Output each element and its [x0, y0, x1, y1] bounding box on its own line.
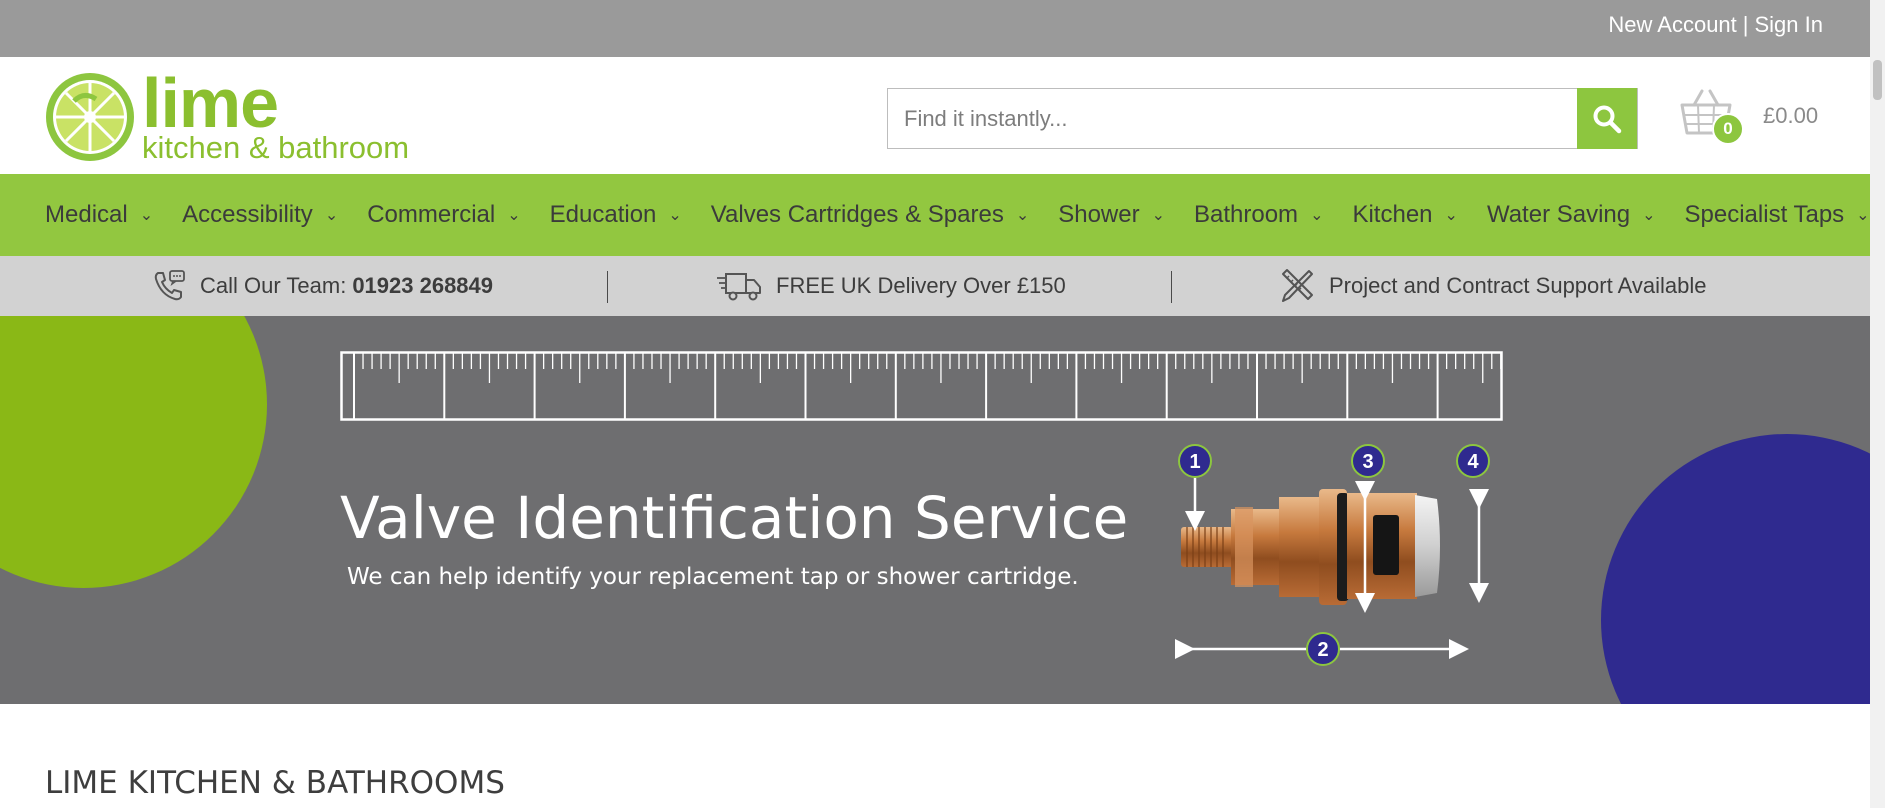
decorative-green-circle	[0, 316, 267, 588]
basket-total[interactable]: £0.00	[1763, 103, 1818, 129]
nav-item-label: Accessibility	[182, 201, 313, 228]
nav-item-bathroom[interactable]: Bathroom ⌄	[1194, 201, 1323, 229]
info-support[interactable]: Project and Contract Support Available	[1279, 256, 1707, 316]
nav-list: Medical ⌄ Accessibility ⌄ Commercial ⌄ Educ…	[45, 174, 1870, 256]
site-logo[interactable]: lime kitchen & bathroom	[44, 64, 464, 165]
ruler-graphic	[340, 351, 1503, 421]
tools-icon	[1279, 268, 1315, 304]
nav-item-kitchen[interactable]: Kitchen ⌄	[1352, 201, 1457, 229]
nav-item-water-saving[interactable]: Water Saving ⌄	[1487, 201, 1656, 229]
logo-word: lime	[142, 64, 279, 142]
sign-in-link[interactable]: Sign In	[1755, 12, 1824, 37]
svg-text:1: 1	[1189, 451, 1200, 473]
nav-item-label: Medical	[45, 201, 128, 228]
nav-item-label: Commercial	[367, 201, 496, 228]
info-bar: Call Our Team: 01923 268849 FREE UK Deliv…	[0, 256, 1885, 316]
nav-item-label: Bathroom	[1194, 201, 1299, 228]
nav-item-commercial[interactable]: Commercial ⌄	[367, 201, 520, 229]
marker-2: 2	[1306, 632, 1340, 666]
hero-title: Valve Identification Service	[340, 484, 1129, 552]
call-label: Call Our Team:	[200, 273, 347, 298]
account-separator: |	[1742, 12, 1749, 37]
nav-item-label: Education	[549, 201, 657, 228]
marker-1: 1	[1178, 444, 1212, 478]
chevron-down-icon: ⌄	[324, 207, 339, 224]
delivery-text: FREE UK Delivery Over £150	[776, 273, 1066, 298]
logo-text: lime kitchen & bathroom	[142, 64, 410, 165]
page-scrollbar[interactable]	[1870, 0, 1885, 808]
nav-item-label: Valves Cartridges & Spares	[710, 201, 1004, 228]
nav-item-label: Specialist Taps	[1684, 201, 1845, 228]
chevron-down-icon: ⌄	[1310, 207, 1324, 224]
info-divider	[1171, 271, 1172, 303]
basket-button[interactable]: 0	[1680, 87, 1744, 147]
main-nav: Medical ⌄ Accessibility ⌄ Commercial ⌄ Educ…	[0, 174, 1885, 256]
chevron-down-icon: ⌄	[1151, 207, 1165, 224]
account-links: New Account | Sign In	[1608, 12, 1823, 38]
nav-item-medical[interactable]: Medical ⌄	[45, 201, 153, 229]
marker-4: 4	[1456, 444, 1490, 478]
nav-item-education[interactable]: Education ⌄	[550, 201, 682, 229]
new-account-link[interactable]: New Account	[1608, 12, 1736, 37]
header: lime kitchen & bathroom 0	[0, 57, 1885, 174]
search-input[interactable]	[888, 89, 1574, 148]
basket-count-badge: 0	[1712, 113, 1744, 145]
nav-item-label: Kitchen	[1352, 201, 1433, 228]
chevron-down-icon: ⌄	[1642, 207, 1656, 224]
info-delivery[interactable]: FREE UK Delivery Over £150	[716, 256, 1066, 316]
info-call[interactable]: Call Our Team: 01923 268849	[152, 256, 493, 316]
page: New Account | Sign In lime kitchen & bat…	[0, 0, 1885, 808]
nav-item-valves[interactable]: Valves Cartridges & Spares ⌄	[711, 201, 1029, 229]
search-icon	[1593, 105, 1622, 133]
call-number: 01923 268849	[352, 273, 494, 298]
svg-text:4: 4	[1467, 451, 1479, 473]
chevron-down-icon: ⌄	[1444, 207, 1458, 224]
valve-cartridge-diagram: 1 3 4 2	[1175, 444, 1490, 666]
phone-chat-icon	[152, 269, 186, 303]
hero-subtitle: We can help identify your replacement ta…	[347, 564, 1079, 590]
nav-item-label: Shower	[1058, 201, 1140, 228]
decorative-blue-circle	[1601, 434, 1885, 704]
logo-tagline: kitchen & bathroom	[142, 130, 410, 165]
nav-item-accessibility[interactable]: Accessibility ⌄	[182, 201, 338, 229]
chevron-down-icon: ⌄	[668, 207, 682, 224]
marker-3: 3	[1351, 444, 1385, 478]
nav-item-specialist-taps[interactable]: Specialist Taps ⌄	[1685, 201, 1870, 229]
top-bar: New Account | Sign In	[0, 0, 1885, 57]
svg-text:3: 3	[1362, 451, 1373, 473]
delivery-truck-icon	[716, 270, 762, 302]
chevron-down-icon: ⌄	[507, 207, 521, 224]
search-box	[887, 88, 1638, 149]
scrollbar-thumb[interactable]	[1873, 60, 1882, 100]
nav-item-shower[interactable]: Shower ⌄	[1058, 201, 1165, 229]
chevron-down-icon: ⌄	[1856, 207, 1870, 224]
lime-slice-icon	[46, 73, 134, 161]
search-button[interactable]	[1577, 88, 1637, 149]
support-text: Project and Contract Support Available	[1329, 273, 1707, 298]
svg-text:2: 2	[1317, 639, 1328, 661]
section-title: LIME KITCHEN & BATHROOMS	[45, 765, 505, 801]
chevron-down-icon: ⌄	[1015, 207, 1030, 224]
chevron-down-icon: ⌄	[139, 207, 154, 224]
info-divider	[607, 271, 608, 303]
hero-banner[interactable]: Valve Identification Service We can help…	[0, 316, 1885, 704]
nav-item-label: Water Saving	[1486, 201, 1631, 228]
